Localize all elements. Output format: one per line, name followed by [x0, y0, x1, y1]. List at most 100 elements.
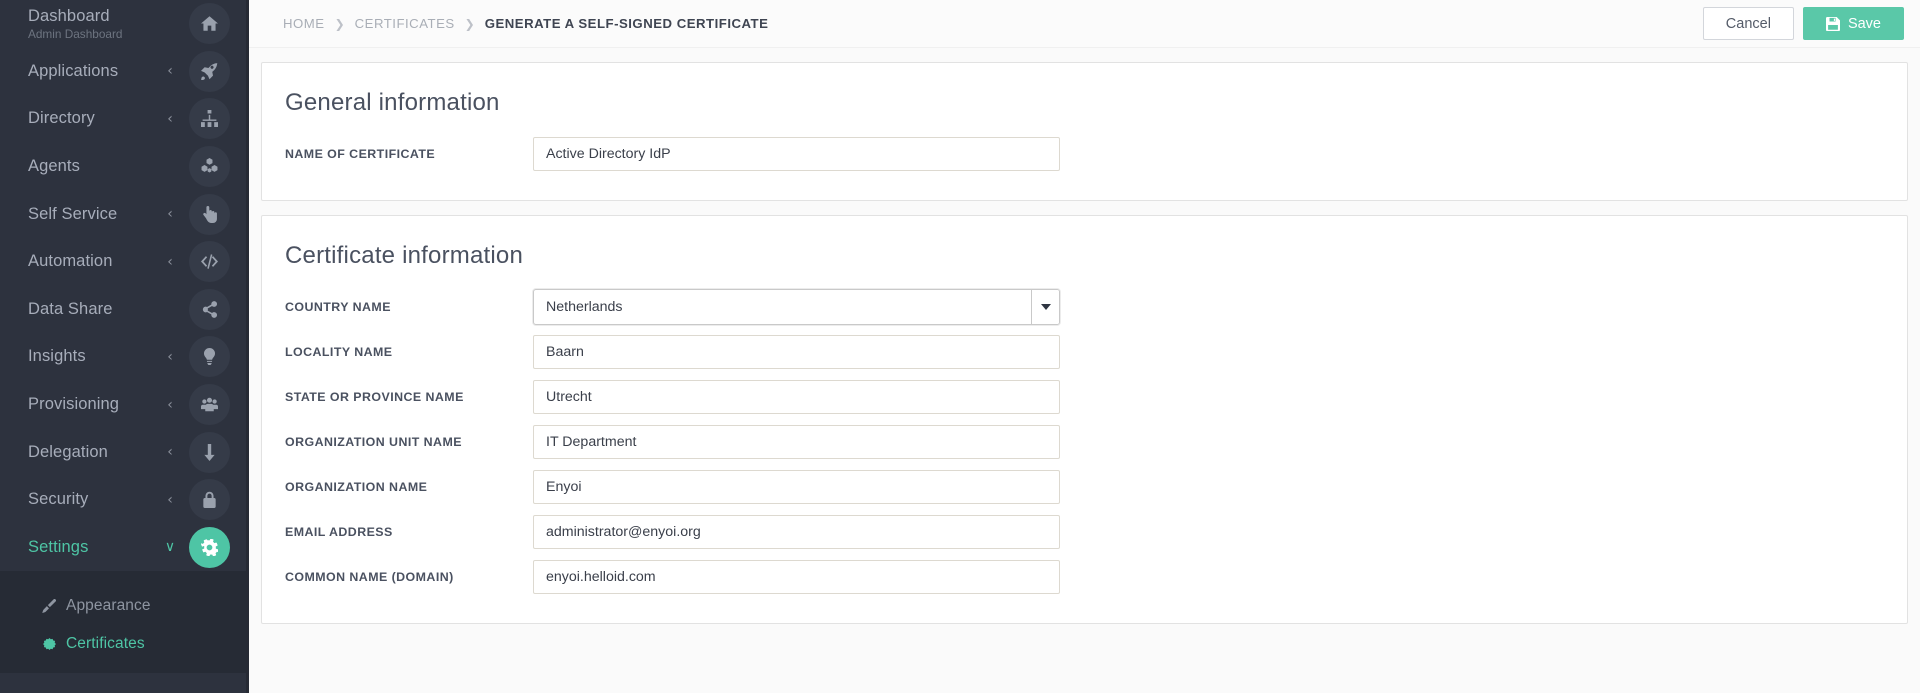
sidebar-item-dashboard[interactable]: Dashboard Admin Dashboard [0, 0, 246, 48]
sidebar-item-text: Delegation [0, 443, 161, 462]
submenu-item-certificates[interactable]: Certificates [0, 625, 246, 663]
gear-icon [189, 526, 230, 568]
cubes-icon [189, 146, 230, 188]
users-icon [189, 384, 230, 426]
sidebar-item-settings[interactable]: Settings ∨ [0, 524, 246, 572]
sidebar-item-sublabel: Admin Dashboard [28, 26, 123, 41]
sidebar-item-text: Dashboard Admin Dashboard [0, 7, 161, 41]
input-name-of-certificate[interactable]: Active Directory IdP [533, 136, 1060, 171]
chevron-down-icon[interactable] [1032, 289, 1059, 324]
code-icon [189, 241, 230, 283]
chevron-left-icon[interactable]: ‹ [161, 350, 179, 364]
breadcrumb-item-home[interactable]: HOME [283, 16, 325, 31]
sidebar-item-delegation[interactable]: Delegation ‹ [0, 428, 246, 476]
label-name-of-certificate: NAME OF CERTIFICATE [285, 146, 436, 161]
sidebar-item-text: Insights [0, 347, 161, 366]
breadcrumb: HOME ❯ CERTIFICATES ❯ GENERATE A SELF-SIGNED… [283, 16, 1703, 31]
sitemap-icon [189, 98, 230, 140]
sidebar-item-label: Data Share [28, 299, 113, 318]
chevron-left-icon[interactable]: ‹ [161, 493, 179, 507]
chevron-left-icon[interactable]: ‹ [161, 112, 179, 126]
chevron-left-icon[interactable]: ‹ [161, 207, 179, 221]
label-state-or-province-name: STATE OR PROVINCE NAME [285, 389, 464, 404]
form-row-locality-name: LOCALITY NAME Baarn [262, 329, 1907, 374]
sidebar-item-label: Automation [28, 252, 113, 271]
hand-pointer-icon [189, 193, 230, 235]
top-bar: HOME ❯ CERTIFICATES ❯ GENERATE A SELF-SIGNED… [249, 0, 1920, 48]
breadcrumb-item-generate-a-self-signed-certificate: GENERATE A SELF-SIGNED CERTIFICATE [484, 16, 769, 31]
sidebar-item-text: Provisioning [0, 395, 161, 414]
sidebar-item-label: Directory [28, 109, 95, 128]
chevron-left-icon[interactable]: ‹ [161, 64, 179, 78]
sidebar-nav-list: Dashboard Admin Dashboard Applications ‹ Dir… [0, 0, 246, 571]
label-organization-unit-name: ORGANIZATION UNIT NAME [285, 434, 462, 449]
sidebar-item-text: Automation [0, 252, 161, 271]
certificate-information-body: COUNTRY NAME Netherlands LOCALITY NAME Baar… [262, 274, 1907, 623]
sidebar-item-label: Applications [28, 61, 119, 80]
sidebar: Dashboard Admin Dashboard Applications ‹ Dir… [0, 0, 249, 693]
sidebar-item-self-service[interactable]: Self Service ‹ [0, 190, 246, 238]
sidebar-item-text: Data Share [0, 300, 161, 319]
sidebar-item-label: Settings [28, 537, 89, 556]
submenu-item-label: Certificates [66, 635, 145, 653]
main-area: HOME ❯ CERTIFICATES ❯ GENERATE A SELF-SIGNED… [249, 0, 1920, 693]
label-organization-name: ORGANIZATION NAME [285, 479, 428, 494]
chevron-left-icon[interactable]: ‹ [161, 398, 179, 412]
sidebar-item-text: Self Service [0, 205, 161, 224]
sidebar-item-text: Security [0, 490, 161, 509]
sidebar-item-label: Agents [28, 157, 80, 176]
general-information-body: NAME OF CERTIFICATE Active Directory IdP [262, 121, 1907, 200]
certificate-icon [39, 637, 59, 651]
input-organization-name[interactable]: Enyoi [533, 469, 1060, 504]
select-country-name[interactable]: Netherlands [533, 288, 1060, 325]
input-organization-unit-name[interactable]: IT Department [533, 424, 1060, 459]
sidebar-item-text: Directory [0, 109, 161, 128]
sidebar-item-provisioning[interactable]: Provisioning ‹ [0, 381, 246, 429]
save-button-label: Save [1847, 15, 1881, 32]
content-area: General information NAME OF CERTIFICATE A… [249, 48, 1920, 624]
cancel-button[interactable]: Cancel [1702, 7, 1794, 40]
breadcrumb-item-certificates[interactable]: CERTIFICATES [355, 16, 455, 31]
sidebar-item-text: Agents [0, 157, 161, 176]
form-row-organization-unit-name: ORGANIZATION UNIT NAME IT Department [262, 419, 1907, 464]
input-common-name-domain[interactable]: enyoi.helloid.com [533, 559, 1060, 594]
sidebar-item-data-share[interactable]: Data Share [0, 286, 246, 334]
sidebar-item-agents[interactable]: Agents [0, 143, 246, 191]
sidebar-item-applications[interactable]: Applications ‹ [0, 48, 246, 96]
chevron-down-icon[interactable]: ∨ [161, 540, 179, 554]
label-country-name: COUNTRY NAME [285, 299, 391, 314]
form-row-organization-name: ORGANIZATION NAME Enyoi [262, 464, 1907, 509]
sidebar-item-insights[interactable]: Insights ‹ [0, 333, 246, 381]
submenu-item-appearance[interactable]: Appearance [0, 587, 246, 625]
general-information-panel: General information NAME OF CERTIFICATE A… [261, 62, 1908, 201]
level-down-icon [189, 431, 230, 473]
sidebar-item-text: Applications [0, 62, 161, 81]
app-root: Dashboard Admin Dashboard Applications ‹ Dir… [0, 0, 1920, 693]
sidebar-item-text: Settings [0, 538, 161, 557]
sidebar-item-automation[interactable]: Automation ‹ [0, 238, 246, 286]
breadcrumb-separator-icon: ❯ [464, 16, 475, 31]
input-locality-name[interactable]: Baarn [533, 334, 1060, 369]
rocket-icon [189, 50, 230, 92]
save-button[interactable]: Save [1802, 7, 1904, 40]
general-information-title: General information [285, 89, 500, 116]
input-state-or-province-name[interactable]: Utrecht [533, 379, 1060, 414]
input-email-address[interactable]: administrator@enyoi.org [533, 514, 1060, 549]
certificate-information-panel: Certificate information COUNTRY NAME Neth… [261, 215, 1908, 624]
submenu-item-label: Appearance [66, 597, 151, 615]
form-row-country-name: COUNTRY NAME Netherlands [262, 284, 1907, 329]
chevron-left-icon[interactable]: ‹ [161, 255, 179, 269]
sidebar-submenu-settings: Appearance Certificates [0, 571, 246, 674]
cancel-button-label: Cancel [1725, 15, 1771, 32]
chevron-left-icon[interactable]: ‹ [161, 445, 179, 459]
form-row-email-address: EMAIL ADDRESS administrator@enyoi.org [262, 509, 1907, 554]
sidebar-item-label: Self Service [28, 204, 118, 223]
sidebar-item-directory[interactable]: Directory ‹ [0, 95, 246, 143]
label-email-address: EMAIL ADDRESS [285, 524, 393, 539]
form-row-state-or-province-name: STATE OR PROVINCE NAME Utrecht [262, 374, 1907, 419]
home-icon [189, 3, 230, 45]
select-value-country-name: Netherlands [534, 289, 1032, 324]
sidebar-item-security[interactable]: Security ‹ [0, 476, 246, 524]
lock-icon [189, 479, 230, 521]
sidebar-item-label: Insights [28, 347, 86, 366]
